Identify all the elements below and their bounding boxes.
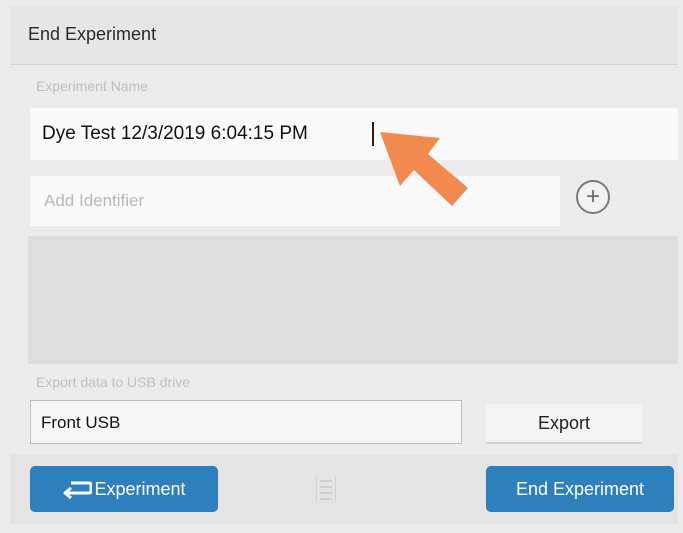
identifier-input[interactable]	[30, 176, 560, 226]
back-button-label: Experiment	[94, 478, 186, 499]
end-experiment-dialog: End Experiment Experiment Name + Export …	[0, 0, 683, 533]
dialog-title: End Experiment	[28, 24, 157, 44]
export-usb-label: Export data to USB drive	[36, 374, 191, 390]
plus-circle-icon: +	[585, 183, 600, 210]
end-experiment-button[interactable]: End Experiment	[486, 466, 674, 512]
back-to-experiment-button[interactable]: Experiment	[30, 466, 218, 512]
arrow-pointer-icon	[378, 130, 473, 215]
experiment-name-label: Experiment Name	[36, 78, 149, 94]
text-caret	[372, 122, 374, 146]
experiment-name-input[interactable]	[30, 108, 678, 160]
add-identifier-button[interactable]: +	[576, 180, 610, 214]
identifier-list	[28, 236, 678, 364]
drag-handle-icon[interactable]	[316, 476, 336, 502]
return-arrow-icon	[62, 478, 93, 500]
dialog-header: End Experiment	[10, 6, 678, 65]
export-button[interactable]: Export	[486, 404, 642, 444]
usb-drive-select[interactable]: Front USB	[30, 400, 462, 444]
